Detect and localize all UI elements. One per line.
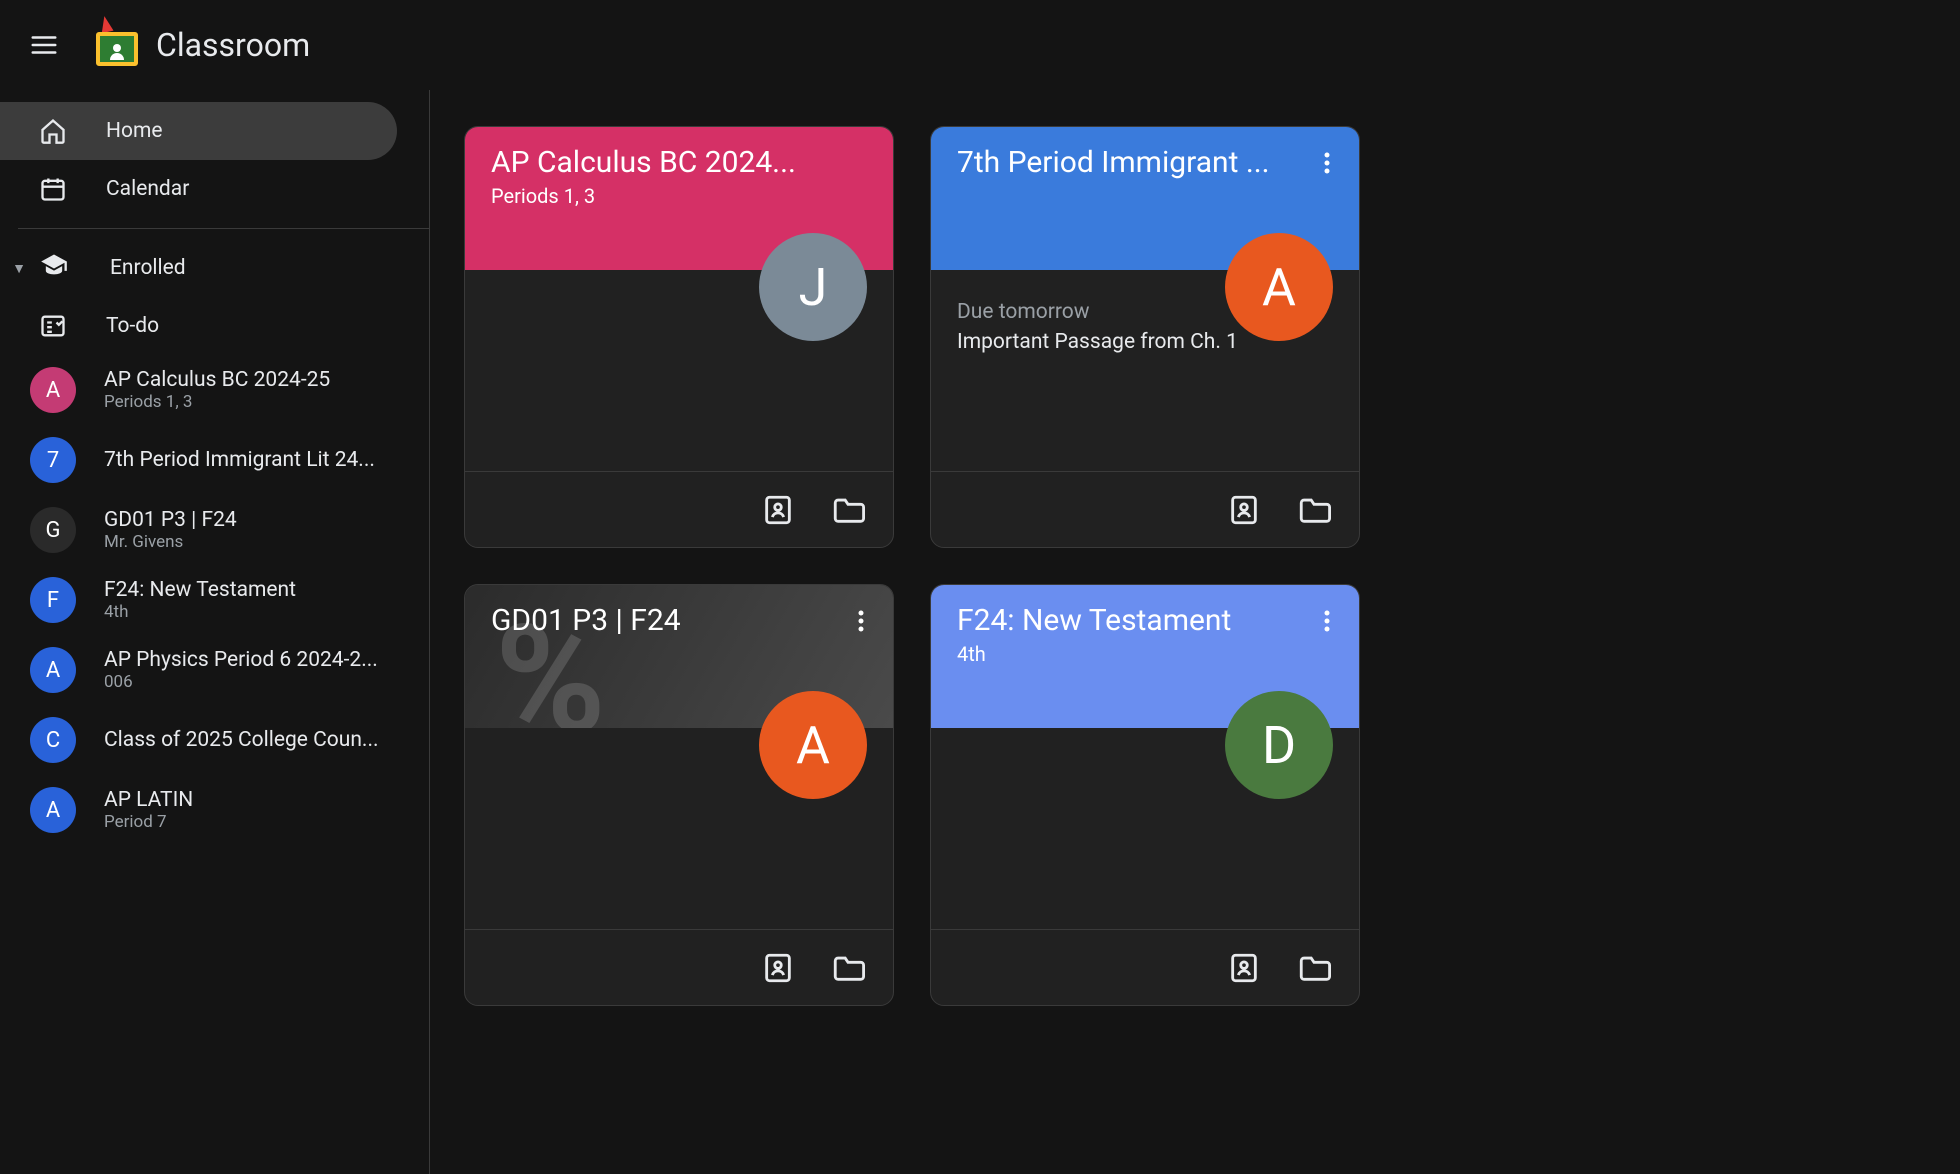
sidebar-class-item[interactable]: A AP LATINPeriod 7: [0, 775, 429, 845]
app-title: Classroom: [156, 26, 310, 64]
class-card[interactable]: AP Calculus BC 2024... Periods 1, 3 J: [464, 126, 894, 548]
card-subtitle: Periods 1, 3: [491, 184, 867, 208]
main-content: AP Calculus BC 2024... Periods 1, 3 J 7th P…: [430, 90, 1960, 1174]
class-avatar: A: [30, 647, 76, 693]
folder-icon: [831, 951, 865, 985]
nav-calendar-label: Calendar: [106, 177, 189, 201]
nav-todo-label: To-do: [106, 314, 159, 338]
sidebar-class-item[interactable]: 7 7th Period Immigrant Lit 24...: [0, 425, 429, 495]
class-subtitle: Periods 1, 3: [104, 392, 330, 412]
teacher-avatar[interactable]: A: [1225, 233, 1333, 341]
nav-todo[interactable]: To-do: [0, 297, 397, 355]
app-bar: Classroom: [0, 0, 1960, 90]
calendar-icon: [38, 174, 68, 204]
class-card[interactable]: GD01 P3 | F24 A: [464, 584, 894, 1006]
nav-home[interactable]: Home: [0, 102, 397, 160]
divider: [18, 228, 429, 229]
class-title: GD01 P3 | F24: [104, 508, 237, 532]
class-folder-button[interactable]: [1297, 951, 1331, 985]
card-menu-button[interactable]: [1305, 141, 1349, 185]
card-title: GD01 P3 | F24: [491, 603, 821, 638]
class-folder-button[interactable]: [1297, 493, 1331, 527]
class-title: AP Calculus BC 2024-25: [104, 368, 330, 392]
your-work-button[interactable]: [761, 951, 795, 985]
your-work-button[interactable]: [1227, 951, 1261, 985]
class-avatar: C: [30, 717, 76, 763]
home-icon: [38, 116, 68, 146]
class-title: Class of 2025 College Coun...: [104, 728, 379, 752]
todo-icon: [38, 311, 68, 341]
assignment-person-icon: [761, 951, 795, 985]
sidebar-class-item[interactable]: G GD01 P3 | F24Mr. Givens: [0, 495, 429, 565]
folder-icon: [1297, 951, 1331, 985]
classroom-logo-icon: [96, 24, 138, 66]
folder-icon: [831, 493, 865, 527]
app-logo-title[interactable]: Classroom: [96, 24, 310, 66]
class-avatar: A: [30, 367, 76, 413]
class-card[interactable]: F24: New Testament 4th D: [930, 584, 1360, 1006]
nav-enrolled-header[interactable]: ▼ Enrolled: [0, 239, 429, 297]
card-title: 7th Period Immigrant ...: [957, 145, 1287, 180]
sidebar-class-item[interactable]: F F24: New Testament4th: [0, 565, 429, 635]
card-subtitle: 4th: [957, 642, 1333, 666]
menu-button[interactable]: [20, 21, 68, 69]
your-work-button[interactable]: [1227, 493, 1261, 527]
card-footer: [465, 929, 893, 1005]
card-footer: [931, 471, 1359, 547]
graduation-cap-icon: [40, 251, 70, 285]
class-subtitle: 006: [104, 672, 378, 692]
sidebar-class-item[interactable]: A AP Calculus BC 2024-25Periods 1, 3: [0, 355, 429, 425]
your-work-button[interactable]: [761, 493, 795, 527]
caret-down-icon: ▼: [8, 260, 30, 277]
class-avatar: G: [30, 507, 76, 553]
card-footer: [465, 471, 893, 547]
class-avatar: A: [30, 787, 76, 833]
card-menu-button[interactable]: [839, 599, 883, 643]
class-title: 7th Period Immigrant Lit 24...: [104, 448, 375, 472]
class-card[interactable]: 7th Period Immigrant ...ADue tomorrowImp…: [930, 126, 1360, 548]
more-vert-icon: [1324, 609, 1330, 633]
folder-icon: [1297, 493, 1331, 527]
nav-home-label: Home: [106, 119, 163, 143]
class-subtitle: Mr. Givens: [104, 532, 237, 552]
class-subtitle: 4th: [104, 602, 296, 622]
sidebar-class-item[interactable]: A AP Physics Period 6 2024-2...006: [0, 635, 429, 705]
teacher-avatar[interactable]: D: [1225, 691, 1333, 799]
teacher-avatar[interactable]: J: [759, 233, 867, 341]
class-avatar: F: [30, 577, 76, 623]
more-vert-icon: [1324, 151, 1330, 175]
class-title: AP LATIN: [104, 788, 193, 812]
class-title: AP Physics Period 6 2024-2...: [104, 648, 378, 672]
class-subtitle: Period 7: [104, 812, 193, 832]
assignment-person-icon: [1227, 493, 1261, 527]
hamburger-icon: [29, 30, 59, 60]
card-title: F24: New Testament: [957, 603, 1287, 638]
nav-calendar[interactable]: Calendar: [0, 160, 397, 218]
assignment-person-icon: [761, 493, 795, 527]
more-vert-icon: [858, 609, 864, 633]
class-title: F24: New Testament: [104, 578, 296, 602]
card-menu-button[interactable]: [1305, 599, 1349, 643]
class-avatar: 7: [30, 437, 76, 483]
class-folder-button[interactable]: [831, 493, 865, 527]
class-folder-button[interactable]: [831, 951, 865, 985]
teacher-avatar[interactable]: A: [759, 691, 867, 799]
sidebar-class-item[interactable]: C Class of 2025 College Coun...: [0, 705, 429, 775]
sidebar: Home Calendar ▼ Enrolled To-do A AP Calcu…: [0, 90, 430, 1174]
class-card-grid: AP Calculus BC 2024... Periods 1, 3 J 7th P…: [464, 126, 1926, 1006]
card-footer: [931, 929, 1359, 1005]
assignment-person-icon: [1227, 951, 1261, 985]
nav-enrolled-label: Enrolled: [110, 256, 186, 280]
card-title: AP Calculus BC 2024...: [491, 145, 821, 180]
